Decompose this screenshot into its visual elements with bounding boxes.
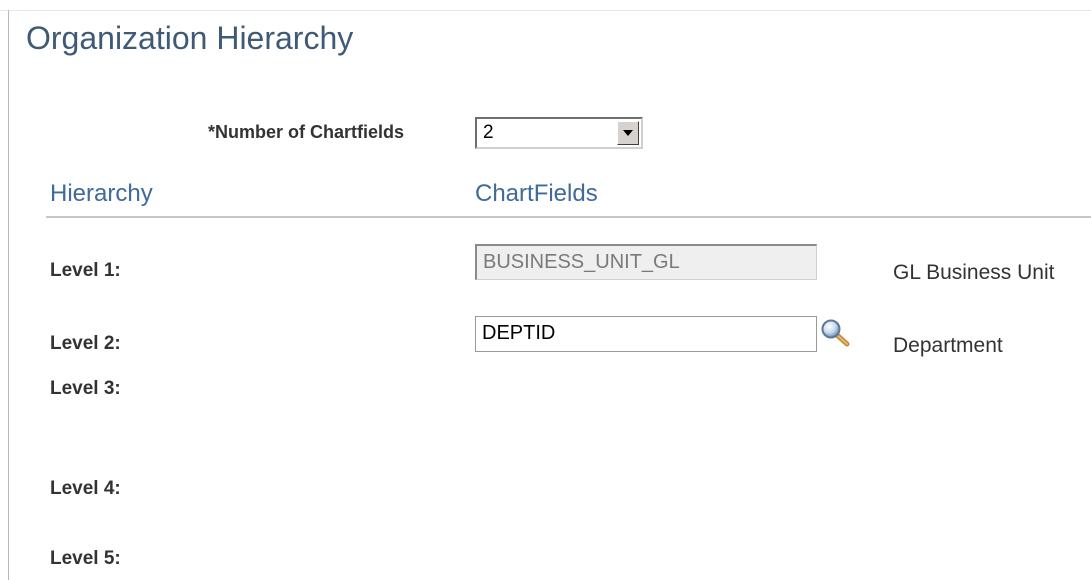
organization-hierarchy-page: Organization Hierarchy *Number of Chartf… — [0, 0, 1091, 580]
chevron-down-icon — [623, 130, 633, 136]
level-3-label: Level 3: — [50, 378, 121, 399]
level-2-label: Level 2: — [50, 333, 121, 354]
magnifying-glass-icon[interactable] — [820, 318, 852, 350]
level-2-chartfield-input[interactable]: DEPTID — [475, 316, 817, 352]
dropdown-button[interactable] — [617, 121, 639, 145]
chartfields-column-header: ChartFields — [475, 180, 598, 207]
number-of-chartfields-value: 2 — [483, 122, 494, 143]
level-1-chartfield-input: BUSINESS_UNIT_GL — [475, 244, 817, 280]
page-title: Organization Hierarchy — [26, 20, 354, 56]
header-divider — [46, 216, 1091, 218]
level-1-description: GL Business Unit — [893, 261, 1055, 284]
left-divider — [8, 10, 9, 580]
level-1-label: Level 1: — [50, 260, 121, 281]
top-divider — [0, 0, 1091, 11]
hierarchy-column-header: Hierarchy — [50, 180, 153, 207]
level-2-description: Department — [893, 334, 1003, 357]
number-of-chartfields-select[interactable]: 2 — [475, 117, 643, 149]
number-of-chartfields-label: *Number of Chartfields — [208, 122, 405, 142]
level-4-label: Level 4: — [50, 478, 121, 499]
level-5-label: Level 5: — [50, 548, 121, 569]
